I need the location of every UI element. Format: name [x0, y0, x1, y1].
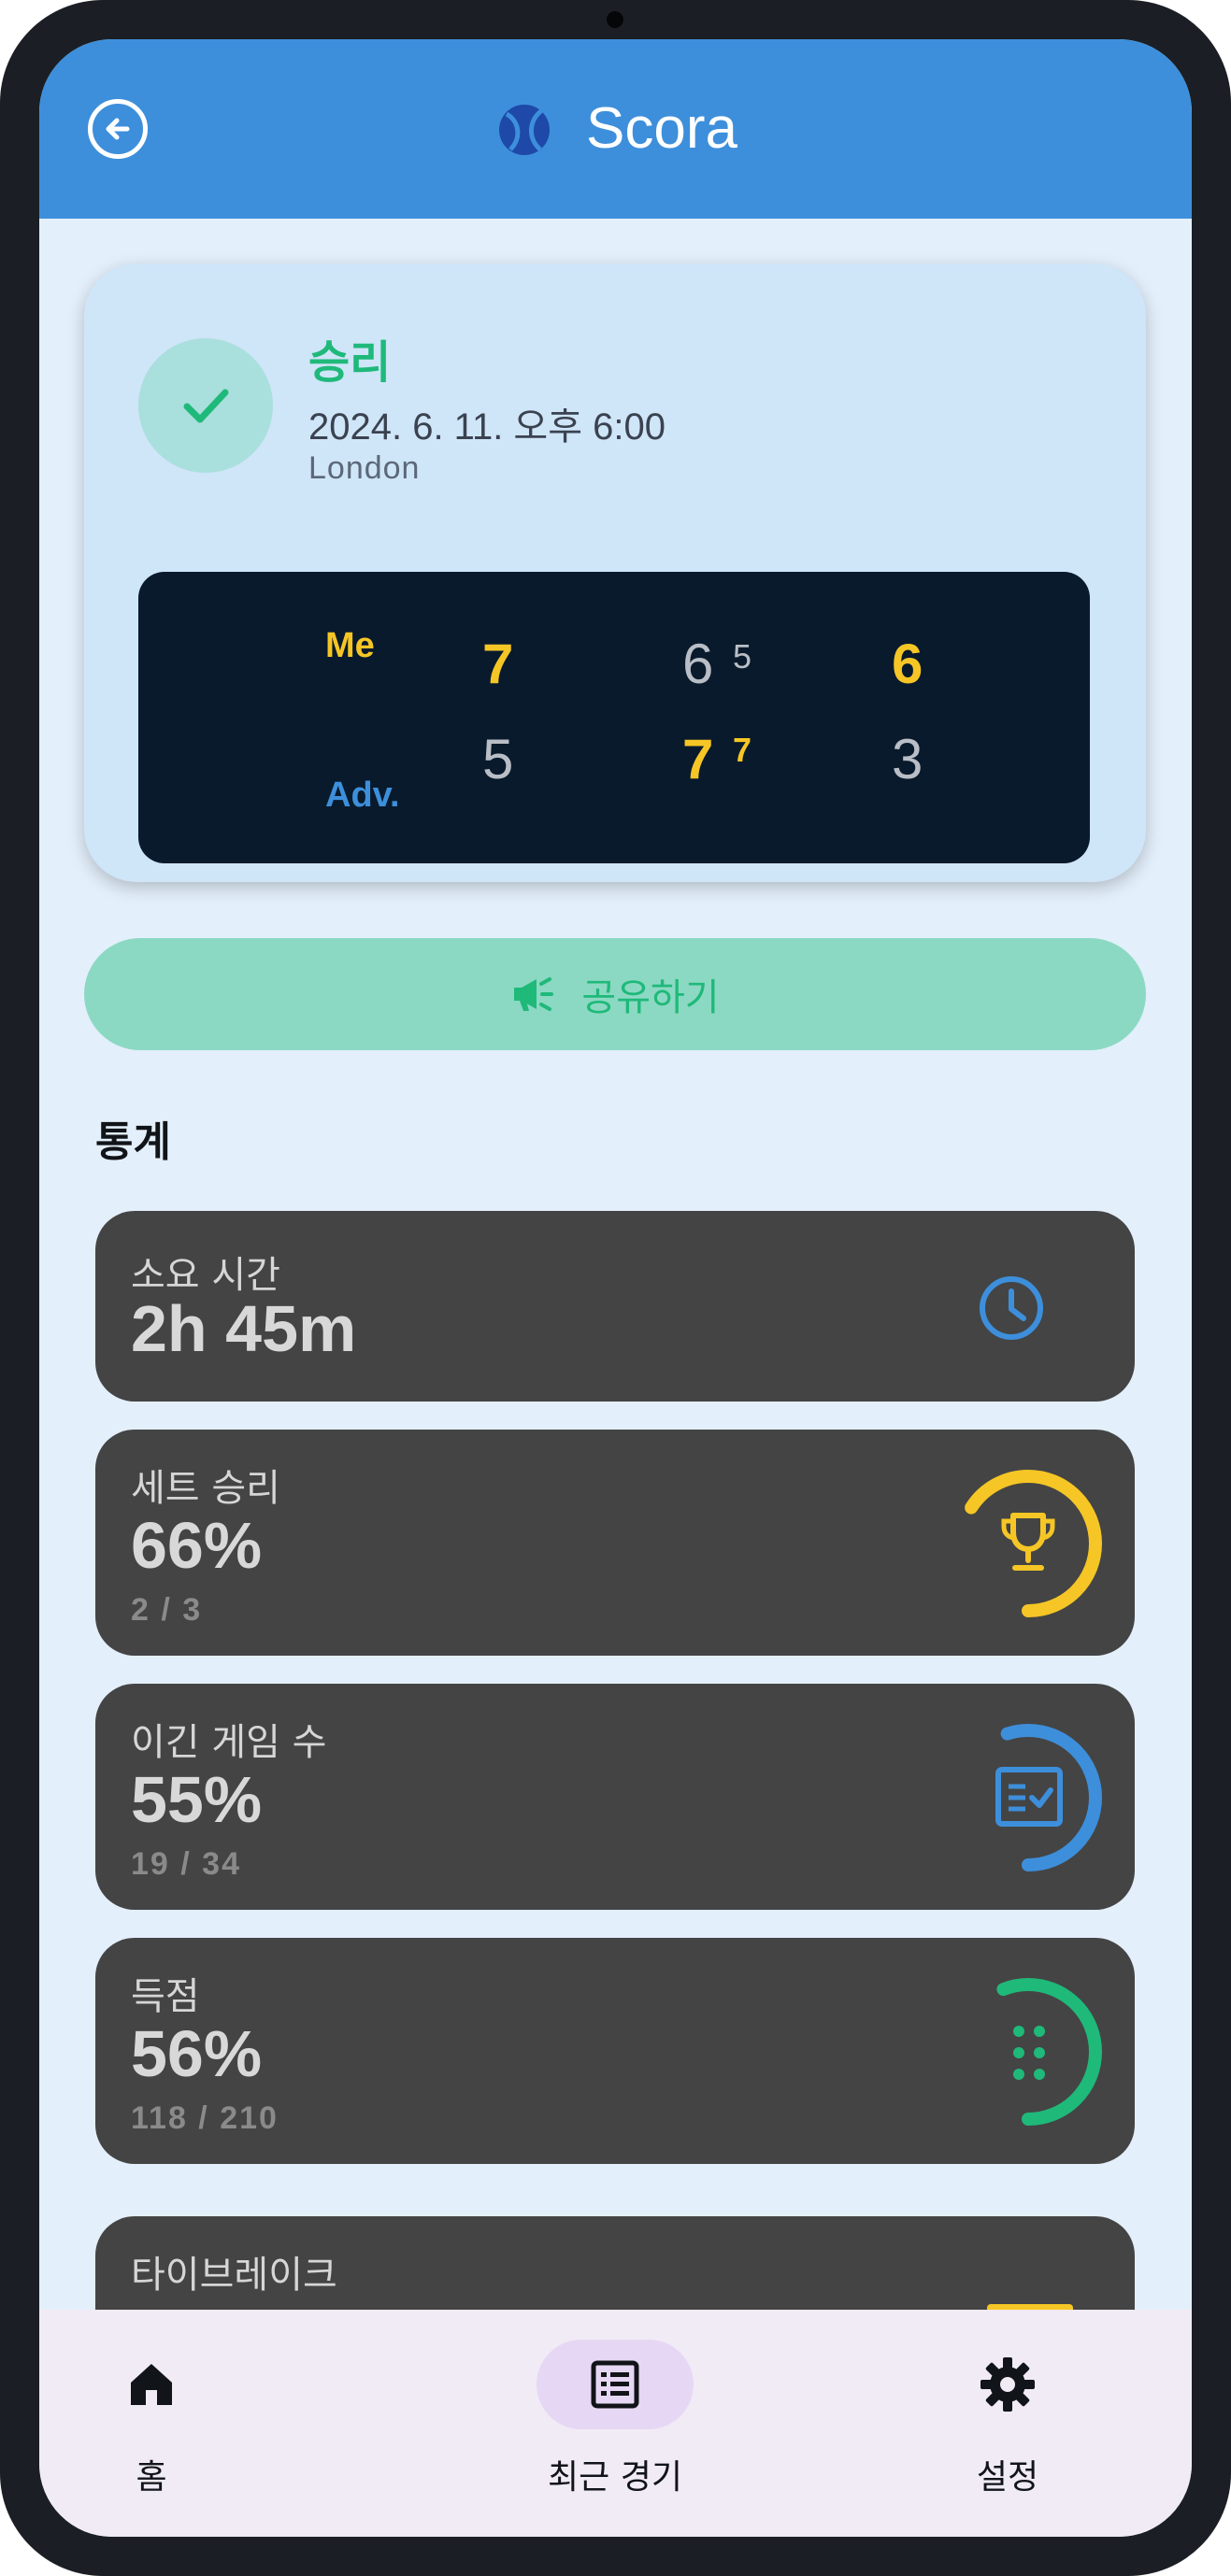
nav-pill — [929, 2340, 1086, 2429]
set3-me-score: 6 — [892, 633, 923, 695]
scoreboard: Me Adv. 7 5 6 5 7 7 6 3 — [138, 572, 1090, 863]
player-me-name: Me — [325, 626, 375, 665]
dots-grid-icon — [1013, 2026, 1045, 2080]
bottom-navigation: 홈 최근 경기 설정 — [39, 2310, 1192, 2537]
nav-label: 최근 경기 — [548, 2458, 682, 2497]
result-badge — [138, 338, 273, 473]
back-button[interactable] — [88, 99, 148, 159]
stat-label: 세트 승리 — [131, 1467, 280, 1510]
stat-card-duration: 소요 시간 2h 45m — [95, 1211, 1135, 1402]
clock-icon — [980, 1276, 1043, 1340]
nav-pill-active — [537, 2340, 694, 2429]
check-icon — [183, 389, 229, 423]
stat-card-games-won: 이긴 게임 수 55% 19 / 34 — [95, 1684, 1135, 1910]
set2-me-tiebreak: 5 — [733, 637, 752, 676]
match-datetime: 2024. 6. 11. 오후 6:00 — [308, 406, 666, 448]
set3-adv-score: 3 — [892, 728, 923, 790]
front-camera — [607, 11, 623, 28]
gear-icon — [981, 2357, 1035, 2412]
app-title: Scora — [586, 96, 737, 161]
set2-adv-tiebreak: 7 — [733, 731, 752, 769]
stat-label: 타이브레이크 — [131, 2254, 337, 2297]
back-arrow-icon — [106, 118, 130, 140]
stat-value: 2h 45m — [131, 1292, 357, 1365]
share-label: 공유하기 — [581, 976, 720, 1019]
stats-section-title: 통계 — [95, 1118, 171, 1166]
nav-item-home[interactable]: 홈 — [39, 2310, 264, 2537]
home-icon — [131, 2364, 172, 2405]
stat-fraction: 2 / 3 — [131, 1592, 203, 1628]
stat-card-sets-won: 세트 승리 66% 2 / 3 — [95, 1430, 1135, 1656]
stat-value: 55% — [131, 1763, 263, 1836]
stat-card-points: 득점 56% 118 / 210 — [95, 1938, 1135, 2164]
stat-value: 66% — [131, 1509, 263, 1582]
stat-label: 득점 — [131, 1975, 200, 2018]
set1-me-score: 7 — [482, 633, 514, 695]
scoresheet-icon — [995, 1767, 1063, 1827]
nav-label: 설정 — [976, 2458, 1039, 2497]
match-result-card: 승리 2024. 6. 11. 오후 6:00 London Me Adv. 7… — [84, 263, 1146, 882]
list-icon — [591, 2360, 639, 2409]
trophy-icon — [1001, 1513, 1055, 1571]
stat-label: 이긴 게임 수 — [131, 1721, 327, 1764]
nav-item-recent-matches[interactable]: 최근 경기 — [503, 2310, 727, 2537]
player-adv-name: Adv. — [325, 776, 400, 815]
stat-fraction: 118 / 210 — [131, 2100, 279, 2136]
stat-value: 56% — [131, 2017, 263, 2090]
nav-pill — [73, 2340, 230, 2429]
nav-label: 홈 — [136, 2458, 167, 2497]
tennis-ball-icon — [499, 105, 550, 155]
app-screen: Scora 승리 2024. 6. 11. 오후 6:00 London Me … — [39, 39, 1192, 2537]
megaphone-icon — [514, 977, 554, 1011]
share-button[interactable]: 공유하기 — [84, 938, 1146, 1050]
match-location: London — [308, 450, 421, 486]
app-bar: Scora — [39, 39, 1192, 219]
set2-adv-score: 7 — [682, 728, 714, 790]
match-result-label: 승리 — [308, 336, 392, 389]
nav-item-settings[interactable]: 설정 — [895, 2310, 1120, 2537]
set2-me-score: 6 — [682, 633, 714, 695]
set1-adv-score: 5 — [482, 728, 514, 790]
stat-fraction: 19 / 34 — [131, 1846, 241, 1882]
phone-frame: Scora 승리 2024. 6. 11. 오후 6:00 London Me … — [0, 0, 1231, 2576]
